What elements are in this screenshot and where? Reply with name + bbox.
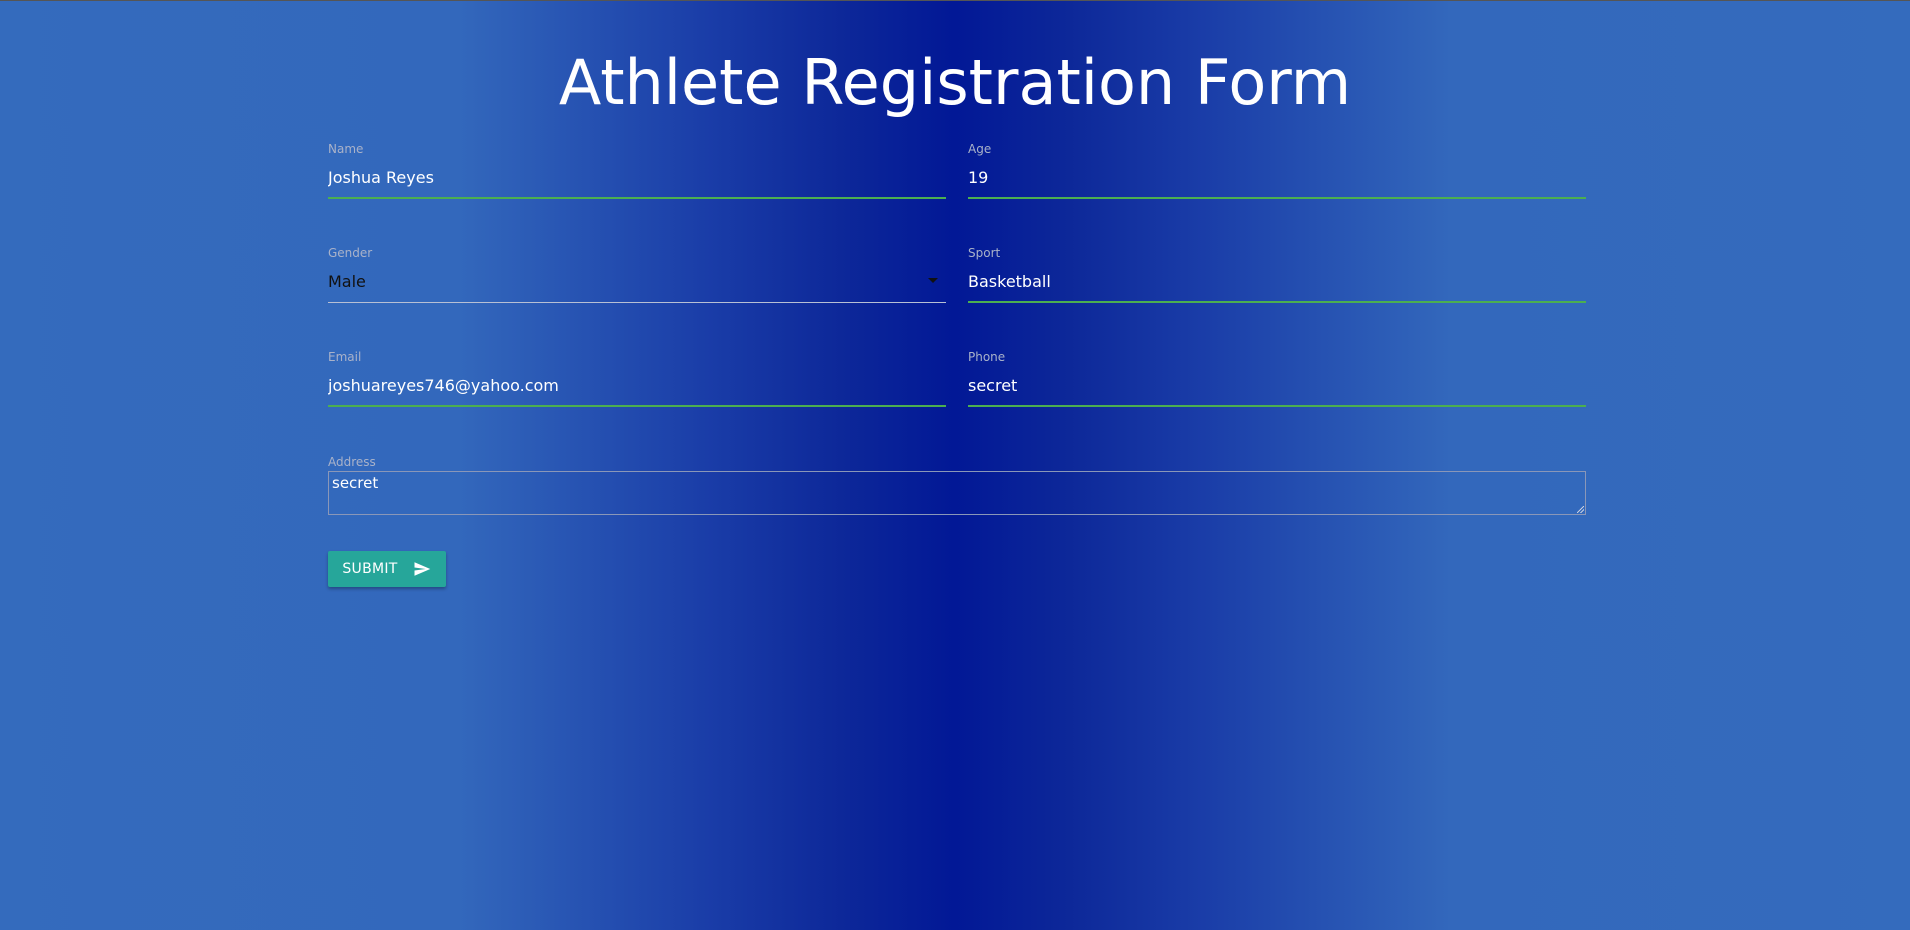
address-field-group: Address secret (328, 455, 1586, 515)
sport-label: Sport (968, 246, 1001, 260)
name-input[interactable]: Joshua Reyes (328, 168, 946, 199)
sport-field-group: Sport Basketball (968, 246, 1586, 303)
send-icon (412, 560, 432, 578)
address-label: Address (328, 455, 376, 469)
phone-field-group: Phone secret (968, 350, 1586, 407)
email-input[interactable]: joshuareyes746@yahoo.com (328, 376, 946, 407)
email-label: Email (328, 350, 362, 364)
gender-selected-value: Male (328, 272, 366, 291)
sport-input[interactable]: Basketball (968, 272, 1586, 303)
age-label: Age (968, 142, 992, 156)
email-field-group: Email joshuareyes746@yahoo.com (328, 350, 946, 407)
submit-button[interactable]: SUBMIT (328, 551, 446, 587)
age-field-group: Age 19 (968, 142, 1586, 199)
submit-button-label: SUBMIT (342, 561, 398, 577)
phone-label: Phone (968, 350, 1006, 364)
name-field-group: Name Joshua Reyes (328, 142, 946, 199)
age-input[interactable]: 19 (968, 168, 1586, 199)
caret-down-icon (928, 278, 938, 283)
resize-handle[interactable] (1577, 506, 1584, 513)
address-textarea[interactable]: secret (328, 471, 1586, 515)
phone-input[interactable]: secret (968, 376, 1586, 407)
page-title: Athlete Registration Form (558, 46, 1352, 119)
gender-select[interactable]: Male (328, 272, 946, 303)
address-value: secret (332, 474, 379, 492)
gender-field-group: Gender Male (328, 246, 946, 303)
gender-label: Gender (328, 246, 373, 260)
name-label: Name (328, 142, 364, 156)
